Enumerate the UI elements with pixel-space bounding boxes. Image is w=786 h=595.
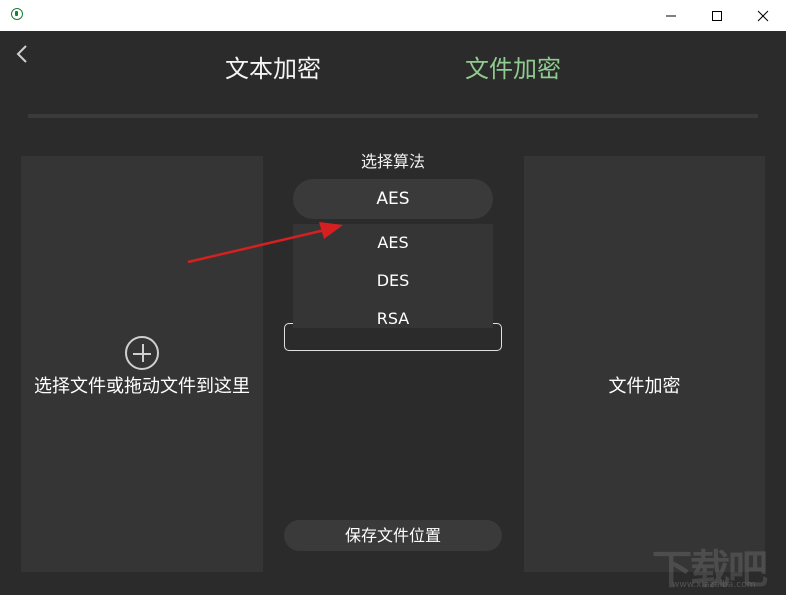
plus-circle-icon[interactable] <box>125 336 159 370</box>
drop-zone-label: 选择文件或拖动文件到这里 <box>34 376 250 397</box>
save-location-button[interactable]: 保存文件位置 <box>284 520 502 551</box>
close-icon <box>757 10 769 22</box>
algorithm-select[interactable]: AES <box>293 179 493 219</box>
tab-text-encrypt[interactable]: 文本加密 <box>225 49 321 84</box>
tab-file-encrypt[interactable]: 文件加密 <box>465 49 561 84</box>
minimize-icon <box>666 15 676 17</box>
encrypt-file-label: 文件加密 <box>608 376 681 397</box>
tab-divider <box>28 114 758 118</box>
encrypt-panel[interactable]: 文件加密 <box>524 156 765 572</box>
algorithm-option[interactable]: RSA <box>293 309 493 328</box>
close-button[interactable] <box>740 0 786 31</box>
algorithm-label: 选择算法 <box>360 152 425 171</box>
watermark-logo: 下载吧 <box>652 547 768 593</box>
red-arrow-annotation <box>187 222 343 264</box>
watermark-url: www.xiazaiba.com <box>672 580 756 590</box>
minimize-button[interactable] <box>648 0 694 31</box>
maximize-button[interactable] <box>694 0 740 31</box>
app-icon <box>11 8 23 20</box>
maximize-icon <box>712 11 722 21</box>
back-button[interactable] <box>14 44 30 68</box>
algorithm-option[interactable]: DES <box>293 271 493 290</box>
title-bar <box>0 0 786 31</box>
chevron-left-icon <box>16 45 27 63</box>
